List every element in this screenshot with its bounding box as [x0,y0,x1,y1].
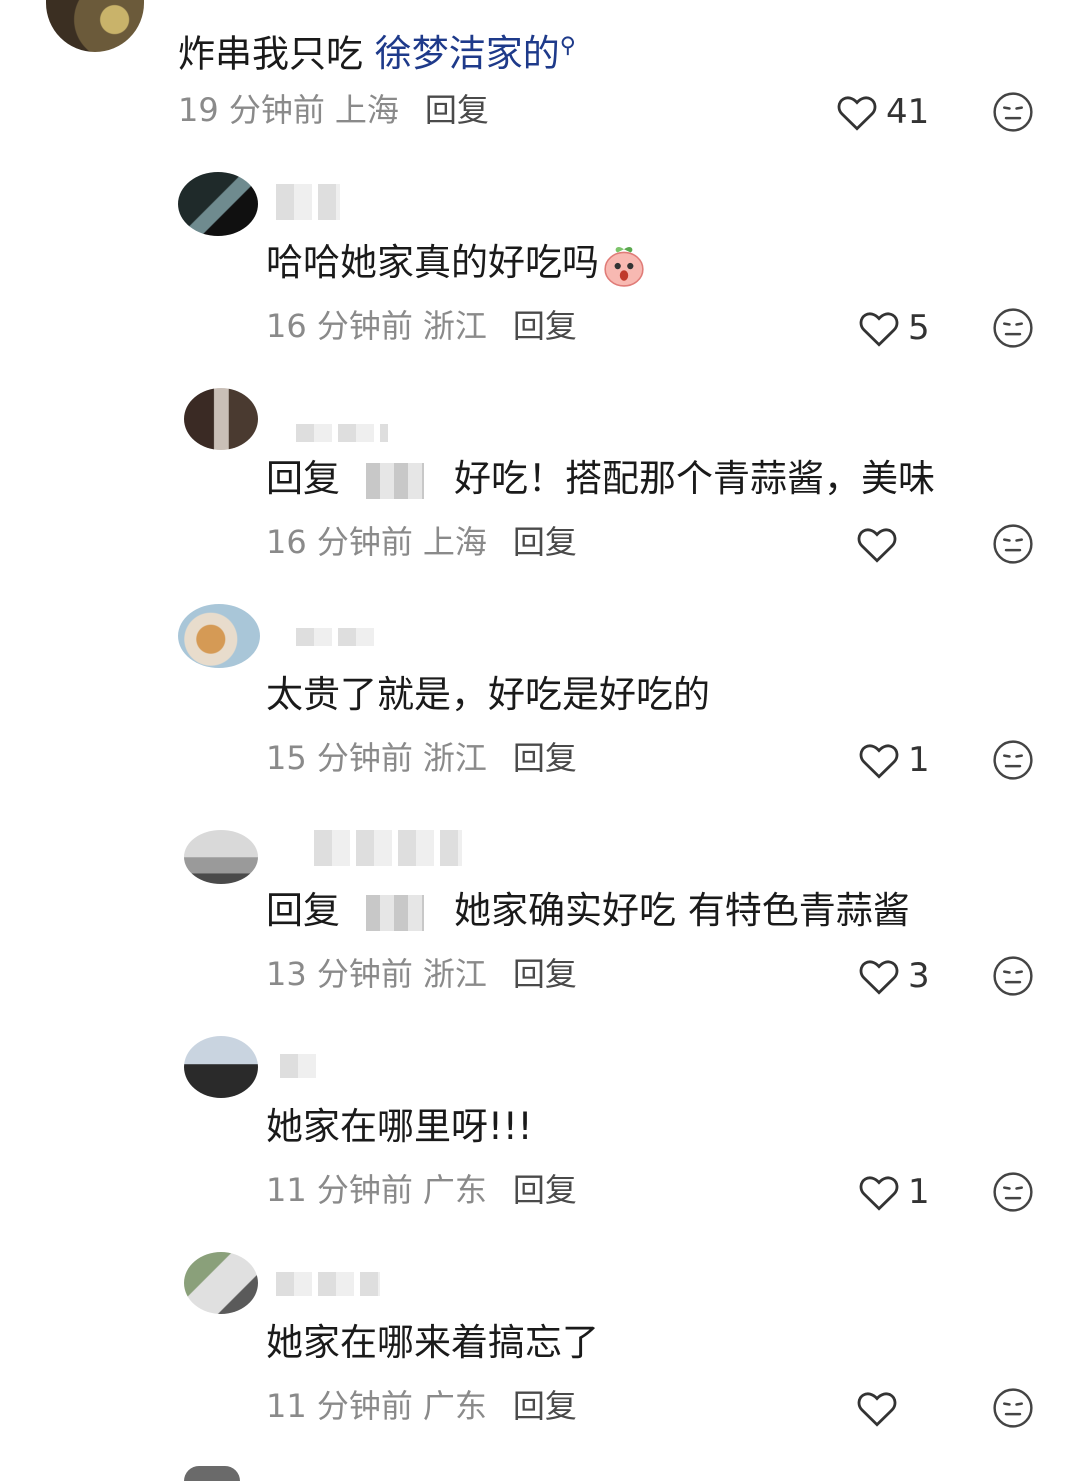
avatar[interactable] [184,830,258,884]
avatar[interactable] [46,0,144,52]
comment-text: 她家在哪里呀!!! [266,1102,533,1152]
username[interactable] [296,628,380,646]
timestamp: 19 分钟前 [178,91,325,129]
reply-button[interactable]: 回复 [425,91,489,129]
heart-outline-icon[interactable] [856,1388,898,1428]
reply-button[interactable]: 回复 [513,955,577,993]
heart-outline-icon[interactable] [836,92,878,132]
location: 广东 [422,1387,487,1425]
like-button[interactable]: 3 [858,954,930,998]
avatar[interactable] [184,1036,258,1098]
comment-text-body: 好吃！搭配那个青蒜酱，美味 [454,457,935,500]
reply-button[interactable]: 回复 [513,1387,577,1425]
comment-text-body: 她家在哪来着搞忘了 [266,1321,599,1364]
like-button[interactable]: 1 [858,1170,930,1214]
like-button[interactable] [856,1386,906,1430]
avatar[interactable] [184,1252,258,1314]
comment-text-body: 她家在哪里呀!!! [266,1105,533,1148]
neutral-face-icon[interactable] [992,1387,1034,1429]
neutral-face-icon[interactable] [992,91,1034,133]
like-button[interactable] [856,522,906,566]
comment-text: 哈哈她家真的好吃吗 [266,238,645,288]
like-count: 3 [908,956,930,996]
timestamp: 11 分钟前 [266,1171,413,1209]
reply-button[interactable]: 回复 [513,739,577,777]
username[interactable] [314,830,462,866]
timestamp: 16 分钟前 [266,307,413,345]
mention-link[interactable]: 徐梦洁家的⚲ [375,32,576,75]
comment-text-body: 她家确实好吃 有特色青蒜酱 [454,889,910,932]
neutral-face-icon[interactable] [992,1171,1034,1213]
comment-thread: 炸串我只吃 徐梦洁家的⚲ 19 分钟前 上海 回复 41 哈哈她家真的好吃吗 16 … [0,0,1080,1481]
comment-text-body: 哈哈她家真的好吃吗 [266,241,599,284]
heart-outline-icon[interactable] [858,740,900,780]
reply-button[interactable]: 回复 [513,523,577,561]
comment-text-body: 炸串我只吃 [178,32,363,76]
location: 浙江 [422,307,487,345]
timestamp: 15 分钟前 [266,739,413,777]
heart-outline-icon[interactable] [858,1172,900,1212]
neutral-face-icon[interactable] [992,739,1034,781]
avatar[interactable] [178,604,260,668]
username[interactable] [276,184,340,220]
avatar[interactable] [184,388,258,450]
avatar[interactable] [178,172,258,236]
reply-button[interactable]: 回复 [513,1171,577,1209]
location: 广东 [422,1171,487,1209]
blurred-username[interactable] [366,894,424,931]
reply-prefix: 回复 [266,889,340,932]
like-count: 41 [886,92,930,132]
comment-meta: 11 分钟前 广东 回复 [266,1384,577,1428]
location: 浙江 [422,955,487,993]
like-count: 1 [908,740,930,780]
timestamp: 11 分钟前 [266,1387,413,1425]
username[interactable] [276,1272,380,1296]
peach-emoji [604,246,644,287]
neutral-face-icon[interactable] [992,955,1034,997]
like-count: 1 [908,1172,930,1212]
comment-meta: 16 分钟前 浙江 回复 [266,304,577,348]
username[interactable] [296,424,388,442]
heart-outline-icon[interactable] [856,524,898,564]
comment-meta: 16 分钟前 上海 回复 [266,520,577,564]
location: 浙江 [422,739,487,777]
comment-text: 回复 好吃！搭配那个青蒜酱，美味 [266,454,935,504]
location: 上海 [422,523,487,561]
neutral-face-icon[interactable] [992,523,1034,565]
timestamp: 13 分钟前 [266,955,413,993]
like-button[interactable]: 41 [836,90,929,134]
location: 上海 [334,91,399,129]
blurred-username[interactable] [366,462,424,499]
comment-text: 太贵了就是，好吃是好吃的 [266,670,710,720]
comment-meta: 11 分钟前 广东 回复 [266,1168,577,1212]
neutral-face-icon[interactable] [992,307,1034,349]
heart-outline-icon[interactable] [858,956,900,996]
reply-button[interactable]: 回复 [513,307,577,345]
reply-prefix: 回复 [266,457,340,500]
like-button[interactable]: 1 [858,738,930,782]
comment-text: 回复 她家确实好吃 有特色青蒜酱 [266,886,910,936]
comment-meta: 19 分钟前 上海 回复 [178,88,489,132]
comment-text: 炸串我只吃 徐梦洁家的⚲ [178,22,576,79]
like-count: 5 [908,308,930,348]
heart-outline-icon[interactable] [858,308,900,348]
mention-name[interactable]: 徐梦洁家的 [375,32,560,75]
comment-meta: 15 分钟前 浙江 回复 [266,736,577,780]
comment-meta: 13 分钟前 浙江 回复 [266,952,577,996]
timestamp: 16 分钟前 [266,523,413,561]
username[interactable] [280,1054,318,1078]
comment-text: 她家在哪来着搞忘了 [266,1318,599,1368]
like-button[interactable]: 5 [858,306,930,350]
search-icon[interactable]: ⚲ [560,34,576,59]
comment-text-body: 太贵了就是，好吃是好吃的 [266,673,710,716]
avatar[interactable] [184,1466,240,1481]
